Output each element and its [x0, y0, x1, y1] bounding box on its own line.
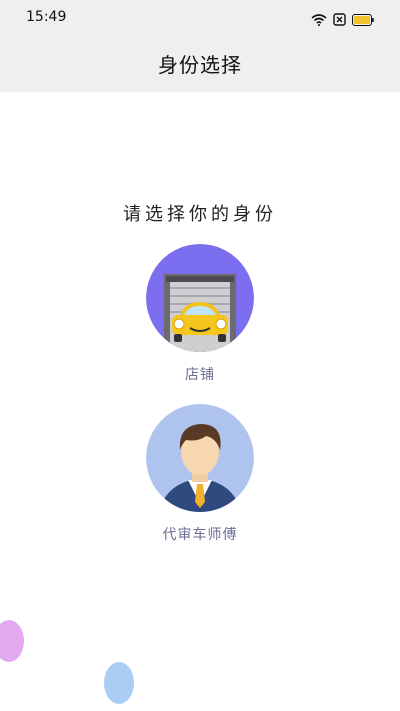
status-bar: 15:49	[0, 0, 400, 34]
nav-bar: 身份选择	[0, 34, 400, 92]
role-option-mechanic[interactable]: 代审车师傅	[0, 404, 400, 544]
decorative-bubble-blue	[104, 662, 134, 704]
page-title: 身份选择	[158, 53, 242, 77]
wifi-icon	[311, 11, 327, 30]
select-identity-prompt: 请选择你的身份	[123, 204, 277, 225]
role-option-shop[interactable]: 店铺	[0, 244, 400, 384]
role-label-shop: 店铺	[185, 367, 215, 383]
car-garage-icon[interactable]	[146, 244, 254, 352]
status-time: 15:49	[26, 9, 67, 25]
mechanic-avatar-icon[interactable]	[146, 404, 254, 512]
decorative-bubble-pink	[0, 620, 24, 662]
role-label-mechanic: 代审车师傅	[162, 527, 238, 543]
battery-icon	[352, 11, 374, 30]
sim-x-icon	[333, 11, 346, 30]
status-icons	[311, 11, 374, 30]
